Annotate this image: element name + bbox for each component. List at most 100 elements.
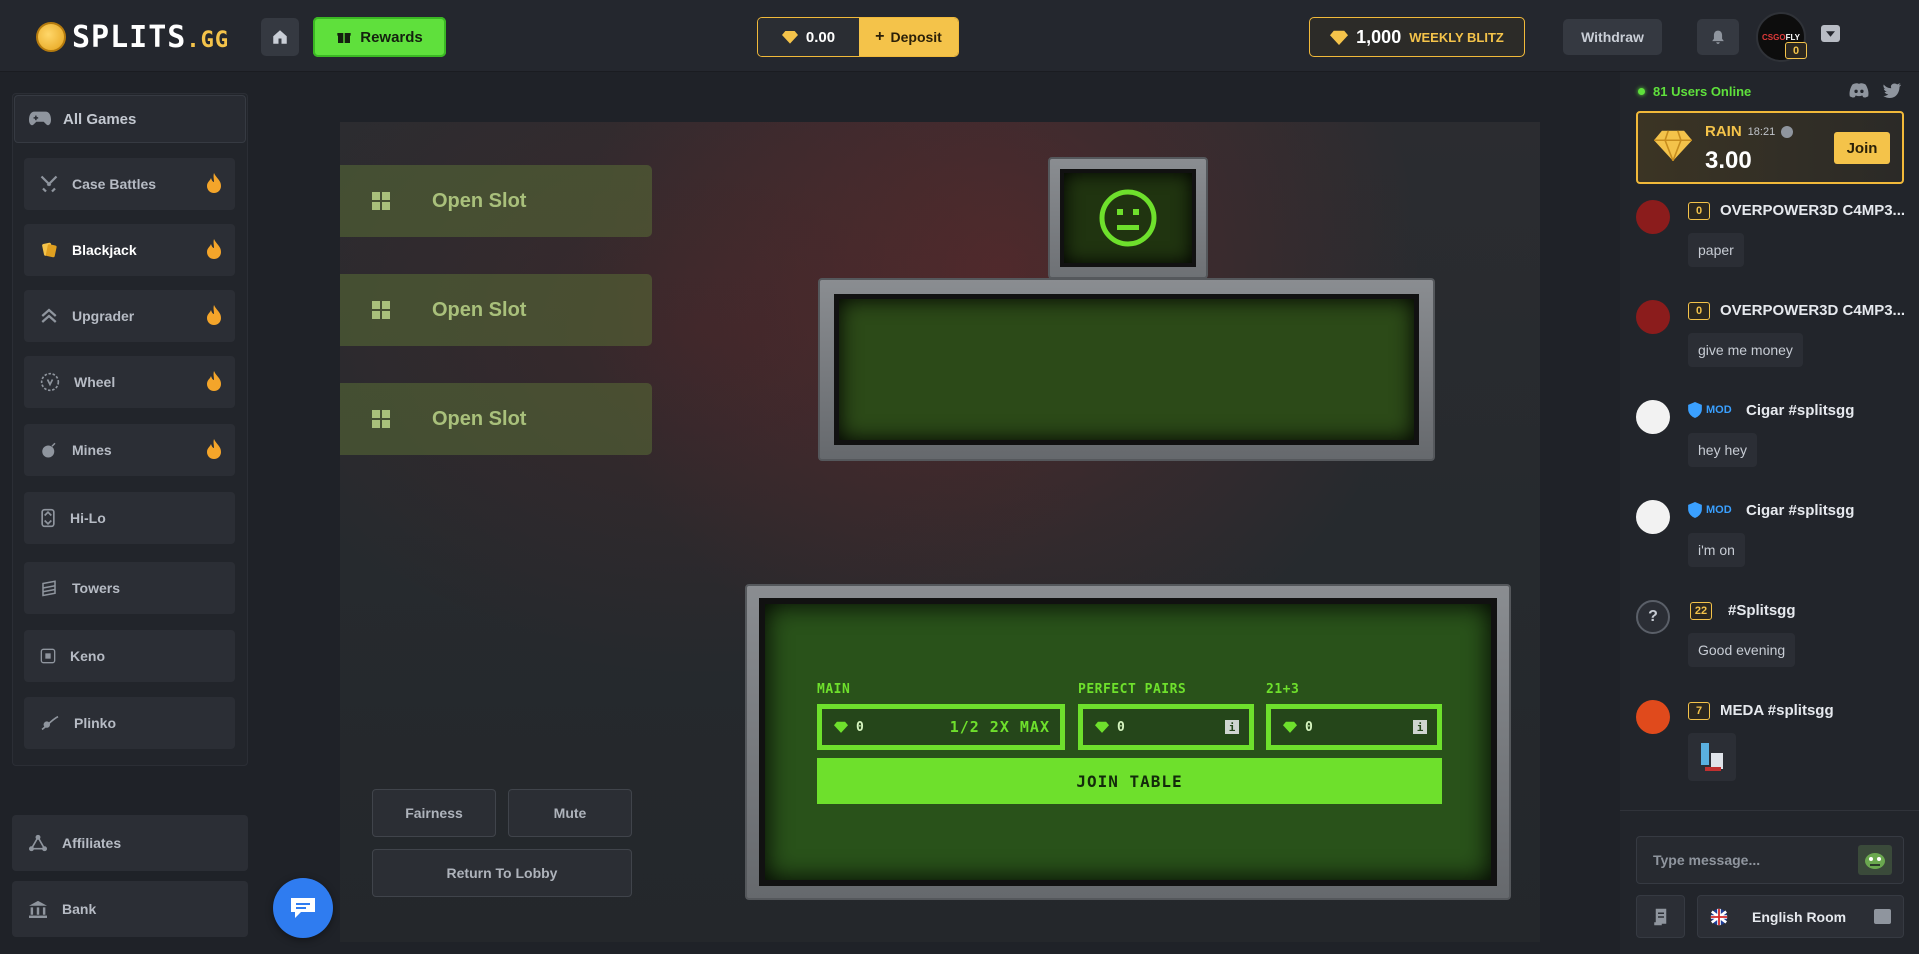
rain-join-button[interactable]: Join — [1834, 132, 1890, 164]
home-icon — [273, 30, 287, 44]
join-table-button[interactable]: JOIN TABLE — [817, 758, 1442, 804]
slot-grid-icon — [372, 410, 390, 428]
avatar[interactable] — [1636, 300, 1670, 334]
online-dot-icon — [1638, 88, 1645, 95]
user-menu-dropdown[interactable] — [1821, 25, 1840, 42]
avatar[interactable] — [1636, 400, 1670, 434]
return-to-lobby-button[interactable]: Return To Lobby — [372, 849, 632, 897]
sidebar-item-upgrader[interactable]: Upgrader — [24, 290, 235, 342]
chat-username[interactable]: OVERPOWER3D C4MP3... — [1720, 302, 1905, 319]
weekly-blitz-button[interactable]: 1,000 WEEKLY BLITZ — [1309, 17, 1525, 57]
home-button[interactable] — [261, 18, 299, 56]
sidebar-item-plinko[interactable]: Plinko — [24, 697, 235, 749]
slot-label: Open Slot — [432, 298, 527, 321]
fire-icon — [207, 305, 221, 328]
dealer-face-monitor — [1048, 157, 1208, 279]
chat-text: i'm on — [1688, 533, 1745, 567]
rain-panel: RAIN 18:21 3.00 Join — [1636, 111, 1904, 184]
gift-icon — [337, 33, 351, 43]
support-chat-button[interactable] — [273, 878, 333, 938]
affiliates-label: Affiliates — [62, 835, 122, 851]
balance-value: 0.00 — [805, 28, 836, 46]
twentyone-plus-three-value: 0 — [1305, 719, 1313, 735]
dealer-hand-monitor — [818, 278, 1435, 461]
deposit-label: Deposit — [890, 29, 942, 45]
shield-icon — [1688, 402, 1702, 418]
chat-username[interactable]: Cigar #splitsgg — [1746, 502, 1854, 519]
emoji-button[interactable] — [1858, 845, 1892, 875]
mod-badge: MOD — [1688, 502, 1732, 518]
bell-icon — [1712, 30, 1724, 44]
mute-button[interactable]: Mute — [508, 789, 632, 837]
level-badge: 0 — [1688, 302, 1710, 320]
site-logo[interactable]: SPLITS.GG — [36, 18, 229, 56]
deposit-button[interactable]: + Deposit — [859, 18, 958, 56]
notifications-button[interactable] — [1697, 19, 1739, 55]
avatar[interactable]: ? — [1636, 600, 1670, 634]
withdraw-button[interactable]: Withdraw — [1563, 19, 1662, 55]
sidebar-item-blackjack[interactable]: Blackjack — [24, 224, 235, 276]
slot-grid-icon — [372, 192, 390, 210]
balance-display[interactable]: 0.00 — [758, 18, 859, 56]
sidebar-item-case-battles[interactable]: Case Battles — [24, 158, 235, 210]
rain-title: RAIN 18:21 — [1705, 123, 1794, 140]
chat-username[interactable]: OVERPOWER3D C4MP3... — [1720, 202, 1905, 219]
open-slot-2[interactable]: Open Slot — [340, 274, 652, 346]
affiliates-button[interactable]: Affiliates — [12, 815, 248, 871]
chevron-down-icon — [1826, 30, 1835, 37]
chat-rules-button[interactable] — [1636, 895, 1685, 938]
main-bet-input[interactable]: 0 1/2 2X MAX — [817, 704, 1065, 750]
chat-message: 0 OVERPOWER3D C4MP3... give me money — [1636, 300, 1906, 390]
wheel-icon — [40, 372, 60, 392]
gem-icon — [1283, 721, 1297, 733]
chat-text: Good evening — [1688, 633, 1796, 667]
gem-icon — [834, 721, 848, 733]
chat-username[interactable]: Cigar #splitsgg — [1746, 402, 1854, 419]
dealer-hand-screen — [834, 294, 1419, 445]
perfect-pairs-input[interactable]: 0 i — [1078, 704, 1254, 750]
sidebar-item-hi-lo[interactable]: Hi-Lo — [24, 492, 235, 544]
info-icon[interactable]: i — [1225, 720, 1239, 734]
twentyone-plus-three-label: 21+3 — [1266, 682, 1300, 697]
chat-username[interactable]: MEDA #splitsgg — [1720, 702, 1834, 719]
perfect-pairs-label: PERFECT PAIRS — [1078, 682, 1187, 697]
shield-icon — [1688, 502, 1702, 518]
emoji-icon — [1865, 853, 1885, 869]
sidebar-item-towers[interactable]: Towers — [24, 562, 235, 614]
open-slot-3[interactable]: Open Slot — [340, 383, 652, 455]
hilo-icon — [41, 508, 55, 528]
bank-icon — [29, 900, 47, 918]
sidebar-item-label: Towers — [72, 580, 120, 596]
sidebar-item-mines[interactable]: Mines — [24, 424, 235, 476]
twitter-icon[interactable] — [1883, 83, 1901, 103]
avatar[interactable] — [1636, 500, 1670, 534]
scroll-icon — [1653, 908, 1666, 925]
info-icon[interactable] — [1781, 125, 1794, 138]
gem-icon — [1095, 721, 1109, 733]
sidebar-item-wheel[interactable]: Wheel — [24, 356, 235, 408]
twentyone-plus-three-input[interactable]: 0 i — [1266, 704, 1442, 750]
gamepad-icon — [29, 111, 51, 126]
sidebar-item-keno[interactable]: Keno — [24, 630, 235, 682]
chat-message: MOD Cigar #splitsgg i'm on — [1636, 500, 1906, 590]
avatar[interactable] — [1636, 200, 1670, 234]
main-bet-hint[interactable]: 1/2 2X MAX — [950, 718, 1050, 736]
chat-message: 0 OVERPOWER3D C4MP3... paper — [1636, 200, 1906, 290]
rewards-button[interactable]: Rewards — [313, 17, 446, 57]
discord-icon[interactable] — [1849, 83, 1869, 103]
balance-widget: 0.00 + Deposit — [757, 17, 959, 57]
chat-username[interactable]: #Splitsgg — [1728, 602, 1796, 619]
blitz-label: WEEKLY BLITZ — [1409, 29, 1504, 45]
rain-timer: 18:21 — [1747, 125, 1776, 138]
chat-room-selector[interactable]: English Room — [1697, 895, 1904, 938]
avatar[interactable] — [1636, 700, 1670, 734]
chat-message: MOD Cigar #splitsgg hey hey — [1636, 400, 1906, 490]
bank-button[interactable]: Bank — [12, 881, 248, 937]
fire-icon — [207, 371, 221, 394]
bank-label: Bank — [62, 901, 97, 917]
all-games-header[interactable]: All Games — [14, 95, 246, 143]
open-slot-1[interactable]: Open Slot — [340, 165, 652, 237]
info-icon[interactable]: i — [1413, 720, 1427, 734]
fairness-button[interactable]: Fairness — [372, 789, 496, 837]
chat-text: give me money — [1688, 333, 1803, 367]
